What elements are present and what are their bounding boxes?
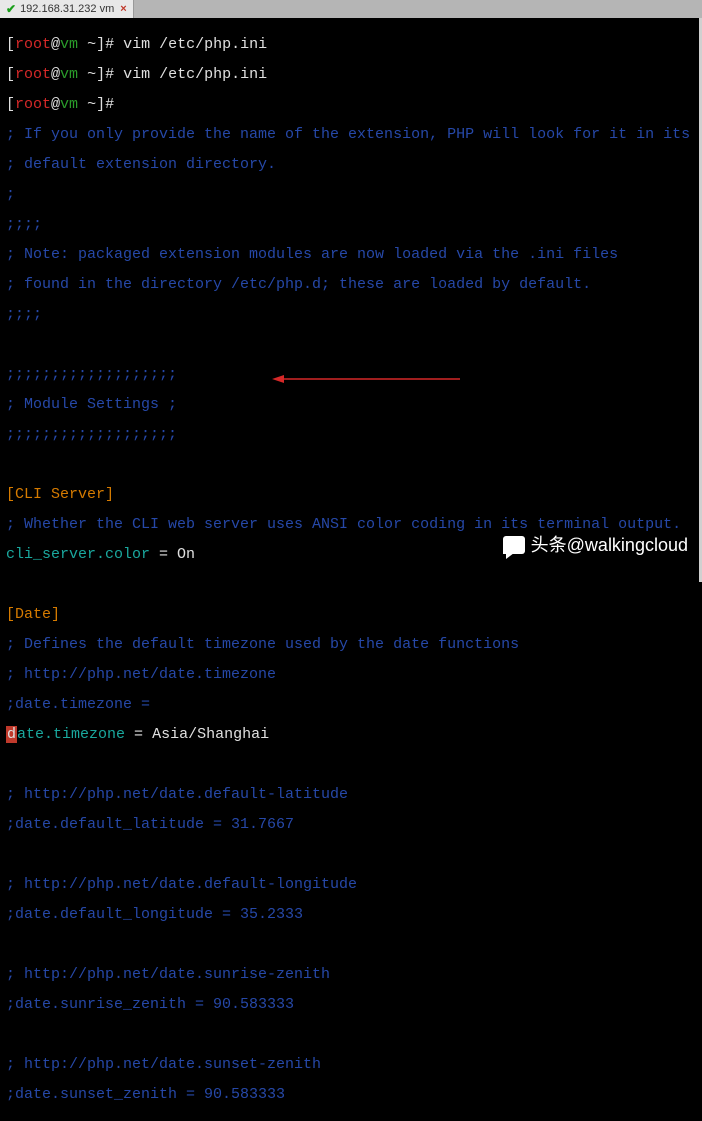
blank-line bbox=[6, 337, 696, 352]
tab-bar: ✔ 192.168.31.232 vm × bbox=[0, 0, 702, 18]
section-header: [Date] bbox=[6, 607, 696, 622]
prompt-line: [root@vm ~]# vim /etc/php.ini bbox=[6, 67, 696, 82]
comment-line: ; default extension directory. bbox=[6, 157, 696, 172]
setting-line-timezone: date.timezone = Asia/Shanghai bbox=[6, 727, 696, 742]
comment-line: ;date.timezone = bbox=[6, 697, 696, 712]
comment-line: ;;;; bbox=[6, 307, 696, 322]
comment-line: ;date.default_latitude = 31.7667 bbox=[6, 817, 696, 832]
comment-line: ;date.sunrise_zenith = 90.583333 bbox=[6, 997, 696, 1012]
blank-line bbox=[6, 937, 696, 952]
prompt-line: [root@vm ~]# bbox=[6, 97, 696, 112]
comment-line: ;date.default_longitude = 35.2333 bbox=[6, 907, 696, 922]
section-header: [CLI Server] bbox=[6, 487, 696, 502]
speech-bubble-icon bbox=[503, 536, 525, 554]
blank-line bbox=[6, 457, 696, 472]
watermark: 头条@walkingcloud bbox=[503, 536, 688, 554]
comment-line: ; Defines the default timezone used by t… bbox=[6, 637, 696, 652]
cursor: d bbox=[6, 726, 17, 743]
blank-line bbox=[6, 847, 696, 862]
prompt-line: [root@vm ~]# vim /etc/php.ini bbox=[6, 37, 696, 52]
comment-line: ;;;; bbox=[6, 217, 696, 232]
comment-line: ; http://php.net/date.sunset-zenith bbox=[6, 1057, 696, 1072]
comment-line: ; http://php.net/date.sunrise-zenith bbox=[6, 967, 696, 982]
tab-label: 192.168.31.232 vm bbox=[20, 2, 114, 17]
comment-line: ; Note: packaged extension modules are n… bbox=[6, 247, 696, 262]
close-icon[interactable]: × bbox=[120, 2, 126, 17]
comment-line: ; found in the directory /etc/php.d; the… bbox=[6, 277, 696, 292]
comment-line: ; Whether the CLI web server uses ANSI c… bbox=[6, 517, 696, 532]
terminal-output[interactable]: [root@vm ~]# vim /etc/php.ini [root@vm ~… bbox=[0, 18, 702, 1121]
comment-line: ;date.sunset_zenith = 90.583333 bbox=[6, 1087, 696, 1102]
check-icon: ✔ bbox=[6, 2, 16, 17]
comment-line: ; http://php.net/date.default-latitude bbox=[6, 787, 696, 802]
comment-line: ; http://php.net/date.default-longitude bbox=[6, 877, 696, 892]
blank-line bbox=[6, 1027, 696, 1042]
comment-line: ; If you only provide the name of the ex… bbox=[6, 127, 696, 142]
comment-line: ;;;;;;;;;;;;;;;;;;; bbox=[6, 367, 696, 382]
blank-line bbox=[6, 577, 696, 592]
comment-line: ; http://php.net/date.timezone bbox=[6, 667, 696, 682]
blank-line bbox=[6, 757, 696, 772]
comment-line: ;;;;;;;;;;;;;;;;;;; bbox=[6, 427, 696, 442]
watermark-text: 头条@walkingcloud bbox=[531, 538, 688, 553]
terminal-tab[interactable]: ✔ 192.168.31.232 vm × bbox=[0, 0, 134, 18]
comment-line: ; bbox=[6, 187, 696, 202]
comment-line: ; Module Settings ; bbox=[6, 397, 696, 412]
